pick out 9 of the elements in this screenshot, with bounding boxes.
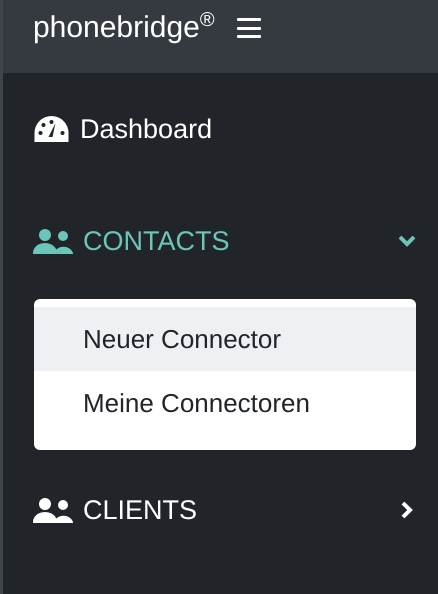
menu-icon[interactable] <box>236 18 261 38</box>
brand-logo[interactable]: phonebridge$^{®}$ <box>33 10 215 46</box>
users-icon <box>33 497 73 523</box>
nav-item[interactable]: CLIENTS <box>3 482 438 538</box>
nav-item[interactable]: Dashboard <box>3 101 438 157</box>
submenu-item[interactable]: Neuer Connector <box>34 307 416 371</box>
users-icon <box>33 228 73 254</box>
nav-item[interactable]: CONTACTS <box>3 213 438 269</box>
gauge-icon <box>33 115 70 143</box>
